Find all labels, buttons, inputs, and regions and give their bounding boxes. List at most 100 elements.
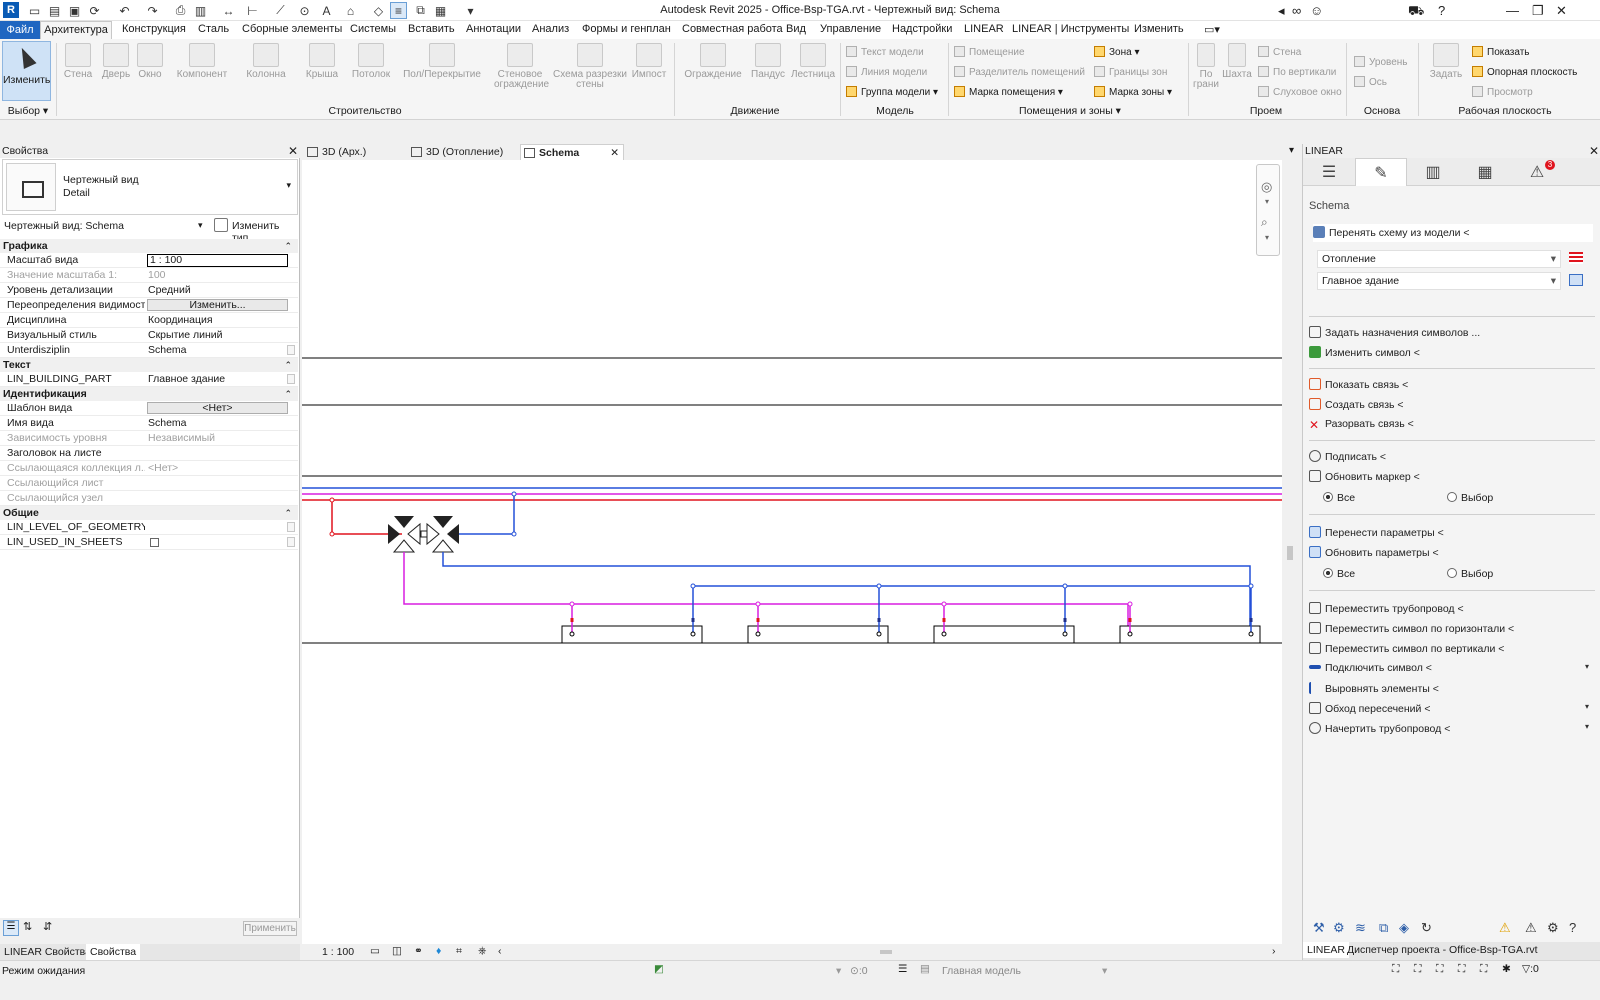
param-square-icon[interactable] (287, 345, 295, 355)
columns-icon[interactable]: ▥ (1407, 158, 1459, 186)
stack-icon[interactable]: ⧉ (1379, 920, 1388, 936)
connect-symbol-button[interactable]: Подключить символ < ▾ (1309, 662, 1595, 674)
railing-button[interactable]: Ограждение (682, 43, 744, 80)
linear-close-icon[interactable]: ✕ (1589, 144, 1599, 158)
sort-desc-icon[interactable]: ⇵ (43, 920, 52, 933)
thin-lines-icon[interactable]: ≡ (390, 2, 407, 19)
wall-opening-button[interactable]: Стена (1258, 46, 1301, 58)
ramp-button[interactable]: Пандус (748, 43, 788, 80)
tab-view[interactable]: Вид (786, 23, 806, 35)
schema-tool-icon[interactable]: ⚙ (1333, 920, 1345, 936)
folder-icon[interactable]: ▤ (46, 2, 63, 19)
type-selector[interactable]: Чертежный вид Detail ▾ (2, 159, 298, 215)
set-workplane-button[interactable]: Задать (1424, 43, 1468, 80)
used-in-sheets-checkbox[interactable] (150, 538, 159, 547)
prop-row[interactable]: Заголовок на листе (0, 446, 298, 461)
symbol-assignment-button[interactable]: Задать назначения символов ... (1309, 326, 1480, 339)
user-icon[interactable]: ☺ (1310, 3, 1323, 18)
view-scale[interactable]: 1 : 100 (322, 946, 354, 958)
system-dropdown[interactable]: Отопление (1317, 250, 1561, 268)
curtain-grid-button[interactable]: Схема разрезки стены (552, 43, 628, 90)
pipe-node[interactable] (690, 583, 696, 589)
menu-icon[interactable]: ☰ (1303, 158, 1355, 186)
print-icon[interactable]: ⎙ (172, 2, 189, 19)
room-tag-button[interactable]: Марка помещения ▾ (954, 86, 1063, 98)
crop-icon[interactable]: ⌗ (456, 945, 462, 958)
move-symbol-h-button[interactable]: Переместить символ по горизонтали < (1309, 622, 1514, 635)
hscroll-thumb[interactable] (880, 950, 892, 954)
tab-3d-heating[interactable]: 3D (Отопление) (408, 144, 520, 160)
sheet-icon[interactable]: ▥ (192, 2, 209, 19)
tab-manage[interactable]: Управление (820, 23, 881, 35)
pipe-node[interactable] (941, 631, 947, 637)
valve-marker[interactable] (691, 618, 695, 622)
pipe-node[interactable] (511, 491, 517, 497)
radio-all-marker[interactable]: Все (1323, 492, 1355, 504)
update-params-button[interactable]: Обновить параметры < (1309, 546, 1439, 559)
model-group-button[interactable]: Группа модели ▾ (846, 86, 938, 98)
pipe-node[interactable] (329, 531, 335, 537)
prop-value[interactable]: Schema (148, 416, 288, 430)
navigation-bar[interactable]: ◎ ▾ ⌕ ▾ (1256, 164, 1280, 256)
tab-file[interactable]: Файл (0, 21, 40, 39)
instance-filter[interactable]: Чертежный вид: Schema ▾ Изменить тип (2, 217, 298, 244)
measure-icon[interactable]: ↔ (220, 2, 237, 19)
show-link-button[interactable]: Показать связь < (1309, 378, 1408, 391)
alert-icon[interactable]: ⚠ (1525, 920, 1537, 936)
mullion-button[interactable]: Импост (630, 43, 668, 80)
pipe-node[interactable] (1127, 601, 1133, 607)
column-button[interactable]: Колонна (244, 43, 288, 80)
view-template-button[interactable]: <Нет> (147, 402, 288, 414)
radiator-symbol[interactable] (1119, 625, 1261, 644)
tab-massing[interactable]: Формы и генплан (582, 23, 671, 35)
stair-button[interactable]: Лестница (790, 43, 836, 80)
tab-addins[interactable]: Надстройки (892, 23, 952, 35)
rooms-panel-title[interactable]: Помещения и зоны ▾ (1000, 105, 1140, 117)
warning-icon[interactable]: ⚠ 3 (1511, 158, 1563, 186)
valve-marker[interactable] (570, 618, 574, 622)
curtain-system-button[interactable]: Стеновое ограждение (494, 43, 549, 90)
group-identity[interactable]: Идентификация ⌃ (0, 387, 298, 401)
scroll-left-icon[interactable]: ‹ (498, 945, 502, 957)
prop-row[interactable]: Имя вида Schema (0, 416, 298, 431)
tab-architecture[interactable]: Архитектура (40, 21, 112, 39)
level-button[interactable]: Уровень (1354, 56, 1408, 68)
label-button[interactable]: Подписать < (1309, 450, 1386, 463)
tag-icon[interactable]: ⟋ (272, 2, 289, 19)
design-options-icon[interactable]: ☰ (898, 963, 907, 975)
pipe-node[interactable] (511, 531, 517, 537)
valve-marker[interactable] (1128, 618, 1132, 622)
pipe-node[interactable] (876, 631, 882, 637)
shaft-button[interactable]: Шахта (1222, 43, 1252, 80)
tab-systems[interactable]: Системы (350, 23, 396, 35)
change-symbol-button[interactable]: Изменить символ < (1309, 346, 1420, 359)
valve-symbol[interactable] (420, 530, 428, 538)
pipe-node[interactable] (1248, 631, 1254, 637)
spot-icon[interactable]: ⊙ (296, 2, 313, 19)
tab-insert[interactable]: Вставить (408, 23, 455, 35)
reveal-hidden-icon[interactable]: ♦ (436, 945, 441, 957)
prop-row[interactable]: Unterdisziplin Schema (0, 343, 298, 358)
window-button[interactable]: Окно (134, 43, 166, 80)
hide-temp-icon[interactable]: ⚭ (414, 945, 423, 957)
collapse-icon[interactable]: ⌃ (284, 506, 292, 520)
steering-wheel-icon[interactable]: ◎ (1261, 179, 1272, 195)
radio-choice-params[interactable]: Выбор (1447, 568, 1493, 580)
section-icon[interactable]: ◇ (370, 2, 387, 19)
room-separator-button[interactable]: Разделитель помещений (954, 66, 1085, 78)
tab-collaborate[interactable]: Совместная работа (682, 23, 783, 35)
tab-annotate[interactable]: Аннотации (466, 23, 521, 35)
home-3d-icon[interactable]: ⌂ (342, 2, 359, 19)
pipe-node[interactable] (876, 583, 882, 589)
ref-plane-button[interactable]: Опорная плоскость (1472, 66, 1577, 78)
chevron-down-icon[interactable]: ▾ (286, 180, 291, 191)
pipe-node[interactable] (569, 631, 575, 637)
select-underlay-icon[interactable]: ⛶ (1414, 963, 1421, 976)
tab-analyze[interactable]: Анализ (532, 23, 569, 35)
pipe-node[interactable] (1248, 583, 1254, 589)
scale-input[interactable]: 1 : 100 (147, 254, 288, 267)
switch-windows-icon[interactable]: ▦ (432, 2, 449, 19)
valve-marker[interactable] (942, 618, 946, 622)
zoom-icon[interactable]: ⌕ (1261, 215, 1268, 230)
tab-linear-tools[interactable]: LINEAR | Инструменты (1012, 23, 1129, 35)
